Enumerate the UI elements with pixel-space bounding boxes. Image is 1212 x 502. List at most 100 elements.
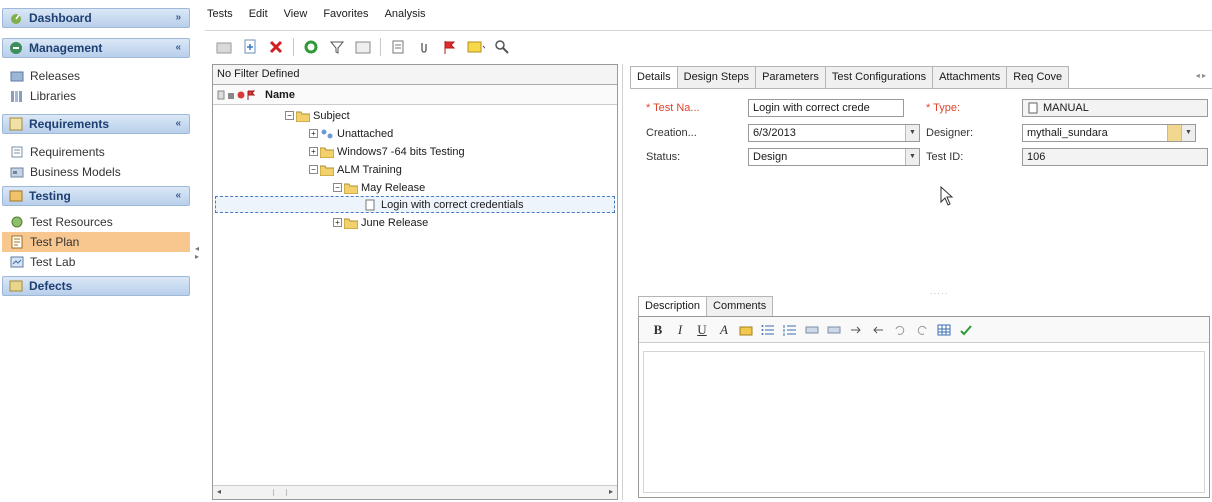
menu-divider bbox=[205, 30, 1212, 31]
table-icon[interactable] bbox=[937, 323, 951, 337]
tree-node-unattached[interactable]: + Unattached bbox=[309, 125, 393, 142]
details-icon[interactable] bbox=[389, 38, 407, 56]
sidebar-section-defects[interactable]: Defects bbox=[2, 276, 190, 296]
folder-icon bbox=[344, 182, 358, 194]
sidebar-section-label: Testing bbox=[29, 189, 71, 203]
scroll-right-icon[interactable]: ▸ bbox=[609, 487, 613, 496]
outdent-icon[interactable] bbox=[827, 323, 841, 337]
filter-icon[interactable] bbox=[328, 38, 346, 56]
sidebar-section-dashboard[interactable]: Dashboard » bbox=[2, 8, 190, 28]
user-picker-icon[interactable] bbox=[1167, 125, 1181, 141]
chevron-icon[interactable]: » bbox=[175, 12, 181, 23]
business-models-icon bbox=[10, 165, 24, 179]
grid-icon[interactable] bbox=[354, 38, 372, 56]
tree-node-alm-training[interactable]: − ALM Training bbox=[309, 161, 402, 178]
sidebar-section-requirements[interactable]: Requirements « bbox=[2, 114, 190, 134]
find-icon[interactable] bbox=[493, 38, 511, 56]
delete-icon[interactable] bbox=[267, 38, 285, 56]
underline-button[interactable]: U bbox=[695, 322, 709, 338]
redo-icon[interactable] bbox=[915, 323, 929, 337]
releases-icon bbox=[10, 69, 24, 83]
ltr-icon[interactable] bbox=[849, 323, 863, 337]
tab-req-coverage[interactable]: Req Cove bbox=[1006, 66, 1070, 88]
tree-node-windows7[interactable]: + Windows7 -64 bits Testing bbox=[309, 143, 465, 160]
tab-parameters[interactable]: Parameters bbox=[755, 66, 826, 88]
dashboard-icon bbox=[9, 11, 23, 25]
chevron-icon[interactable]: « bbox=[175, 42, 181, 53]
description-text-area[interactable] bbox=[643, 351, 1205, 493]
attachment-icon[interactable] bbox=[415, 38, 433, 56]
new-folder-icon[interactable] bbox=[215, 38, 233, 56]
flag-icon[interactable] bbox=[441, 38, 459, 56]
sidebar-item-label: Test Lab bbox=[30, 255, 76, 269]
indent-icon[interactable] bbox=[805, 323, 819, 337]
name-column-label[interactable]: Name bbox=[265, 89, 295, 101]
new-test-icon[interactable] bbox=[241, 38, 259, 56]
tab-comments[interactable]: Comments bbox=[706, 296, 774, 316]
sidebar-collapse-handle[interactable]: ◂ ▸ bbox=[195, 245, 199, 261]
highlight-icon[interactable] bbox=[739, 323, 753, 337]
menu-analysis[interactable]: Analysis bbox=[383, 8, 428, 20]
scroll-left-icon[interactable]: ◂ bbox=[217, 487, 221, 496]
menu-tests[interactable]: Tests bbox=[205, 8, 235, 20]
status-value: Design bbox=[753, 151, 788, 163]
italic-button[interactable]: I bbox=[673, 322, 687, 338]
horizontal-splitter[interactable]: ····· bbox=[930, 289, 948, 298]
collapse-icon[interactable]: − bbox=[285, 111, 294, 120]
menu-edit[interactable]: Edit bbox=[247, 8, 270, 20]
sidebar-item-releases[interactable]: Releases bbox=[2, 66, 190, 86]
tab-description[interactable]: Description bbox=[638, 296, 708, 316]
designer-field[interactable]: mythali_sundara ▼ bbox=[1022, 124, 1196, 142]
tree-node-june-release[interactable]: + June Release bbox=[333, 214, 428, 231]
collapse-icon[interactable]: − bbox=[309, 165, 318, 174]
tree-node-label: Subject bbox=[313, 109, 350, 122]
bullet-list-icon[interactable] bbox=[761, 323, 775, 337]
tree-node-label: Windows7 -64 bits Testing bbox=[337, 145, 465, 158]
dropdown-arrow-icon[interactable]: ▼ bbox=[905, 149, 919, 165]
tab-details[interactable]: Details bbox=[630, 66, 678, 89]
tab-design-steps[interactable]: Design Steps bbox=[676, 66, 757, 88]
tree-node-may-release[interactable]: − May Release bbox=[333, 179, 425, 196]
test-name-label: * Test Na... bbox=[646, 102, 700, 114]
sidebar-item-libraries[interactable]: Libraries bbox=[2, 86, 190, 106]
status-field[interactable]: Design ▼ bbox=[748, 148, 920, 166]
menu-favorites[interactable]: Favorites bbox=[321, 8, 370, 20]
tree-node-login-test[interactable]: Login with correct credentials bbox=[215, 196, 615, 213]
sidebar-item-test-plan[interactable]: Test Plan bbox=[2, 232, 190, 252]
test-name-field[interactable]: Login with correct crede bbox=[748, 99, 904, 117]
chevron-icon[interactable]: « bbox=[175, 118, 181, 129]
sidebar-section-testing[interactable]: Testing « bbox=[2, 186, 190, 206]
send-email-icon[interactable] bbox=[467, 38, 485, 56]
creation-date-field[interactable]: 6/3/2013 ▼ bbox=[748, 124, 920, 142]
spell-check-icon[interactable] bbox=[959, 323, 973, 337]
rtl-icon[interactable] bbox=[871, 323, 885, 337]
tab-attachments[interactable]: Attachments bbox=[932, 66, 1008, 88]
scroll-thumb[interactable] bbox=[273, 489, 287, 496]
collapse-icon[interactable]: − bbox=[333, 183, 342, 192]
test-icon bbox=[364, 199, 378, 211]
expand-icon[interactable]: + bbox=[333, 218, 342, 227]
undo-icon[interactable] bbox=[893, 323, 907, 337]
numbered-list-icon[interactable] bbox=[783, 323, 797, 337]
dropdown-arrow-icon[interactable]: ▼ bbox=[905, 125, 919, 141]
sidebar-section-management[interactable]: Management « bbox=[2, 38, 190, 58]
font-color-button[interactable]: A bbox=[717, 322, 731, 338]
sidebar-item-test-resources[interactable]: Test Resources bbox=[2, 212, 190, 232]
menu-view[interactable]: View bbox=[282, 8, 310, 20]
tree-node-subject[interactable]: − Subject bbox=[285, 107, 350, 124]
expand-icon[interactable]: + bbox=[309, 147, 318, 156]
horizontal-scrollbar[interactable]: ◂ ▸ bbox=[213, 485, 617, 499]
filter-status: No Filter Defined bbox=[213, 65, 617, 85]
folder-icon bbox=[344, 217, 358, 229]
tab-test-configurations[interactable]: Test Configurations bbox=[824, 66, 934, 88]
expand-icon[interactable]: + bbox=[309, 129, 318, 138]
refresh-icon[interactable] bbox=[302, 38, 320, 56]
vertical-splitter[interactable] bbox=[622, 64, 625, 500]
bold-button[interactable]: B bbox=[651, 322, 665, 338]
chevron-icon[interactable]: « bbox=[175, 190, 181, 201]
sidebar-item-test-lab[interactable]: Test Lab bbox=[2, 252, 190, 272]
tab-scroll-arrows[interactable]: ◂ ▸ bbox=[1196, 71, 1206, 80]
sidebar-item-requirements[interactable]: Requirements bbox=[2, 142, 190, 162]
sidebar-item-business-models[interactable]: Business Models bbox=[2, 162, 190, 182]
dropdown-arrow-icon[interactable]: ▼ bbox=[1181, 125, 1195, 141]
